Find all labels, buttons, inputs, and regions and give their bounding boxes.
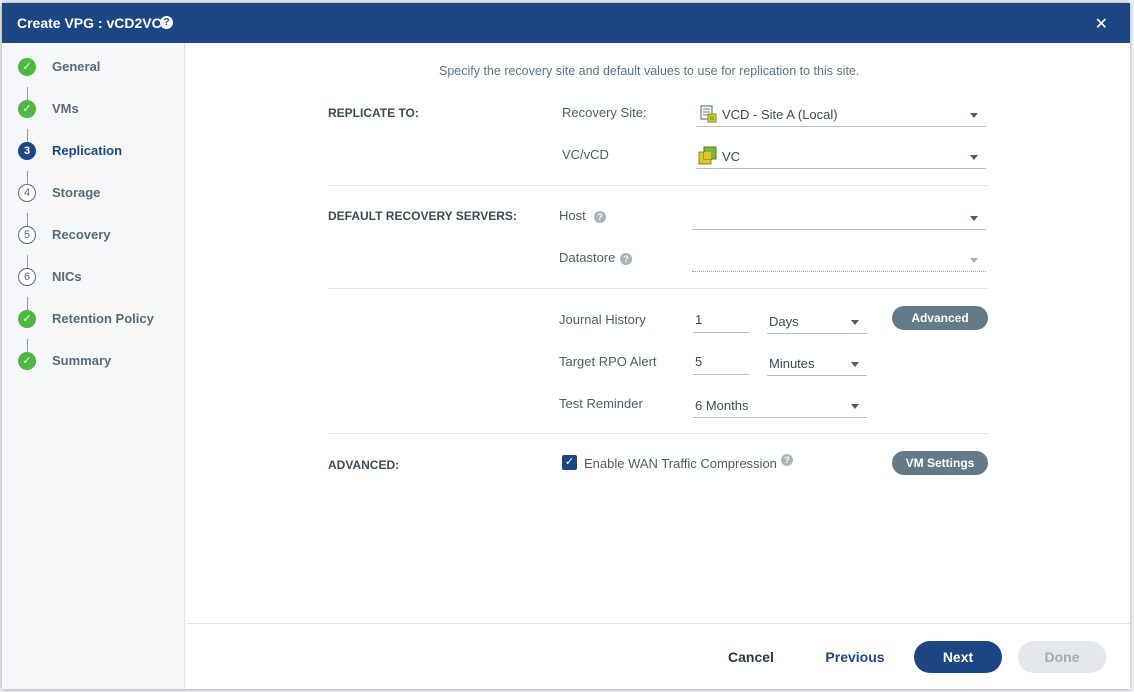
replication-form: Specify the recovery site and default va… — [186, 43, 1130, 623]
step-label: NICs — [52, 269, 82, 284]
target-rpo-alert-label: Target RPO Alert — [559, 354, 657, 369]
step-label: Recovery — [52, 227, 111, 242]
step-number: 5 — [18, 226, 36, 244]
step-number: 6 — [18, 268, 36, 286]
recovery-site-label: Recovery Site: — [562, 105, 647, 120]
recovery-site-select[interactable]: VCD - Site A (Local) — [696, 103, 986, 127]
test-reminder-select[interactable]: 6 Months — [693, 394, 867, 418]
vc-vcd-value: VC — [722, 149, 741, 164]
step-label: Summary — [52, 353, 112, 368]
test-reminder-value: 6 Months — [695, 398, 749, 413]
step-label: Retention Policy — [52, 311, 154, 326]
help-icon[interactable]: ? — [781, 454, 793, 466]
intro-text: Specify the recovery site and default va… — [439, 64, 860, 78]
create-vpg-dialog: Create VPG : vCD2VC ? ✕ ✓ General ✓ VMs … — [2, 3, 1130, 689]
journal-history-value: 1 — [695, 312, 703, 327]
default-recovery-servers-heading: DEFAULT RECOVERY SERVERS: — [328, 209, 517, 223]
step-number: 4 — [18, 184, 36, 202]
journal-history-label: Journal History — [559, 312, 646, 327]
chevron-down-icon — [970, 258, 978, 263]
target-rpo-unit-value: Minutes — [769, 356, 815, 371]
target-rpo-unit-select[interactable]: Minutes — [767, 352, 867, 376]
divider — [328, 433, 988, 434]
vc-vcd-select[interactable]: VC — [696, 145, 986, 169]
check-icon: ✓ — [18, 310, 36, 328]
datastore-select[interactable] — [692, 248, 986, 272]
vm-settings-button[interactable]: VM Settings — [892, 451, 988, 475]
wizard-steps-sidebar: ✓ General ✓ VMs 3 Replication 4 Storage … — [2, 43, 185, 689]
question-circle-icon[interactable]: ? — [160, 16, 173, 29]
journal-history-unit-value: Days — [769, 314, 799, 329]
help-icon[interactable]: ? — [594, 211, 606, 223]
recovery-site-value: VCD - Site A (Local) — [722, 107, 838, 122]
divider — [328, 185, 988, 186]
help-icon[interactable]: ? — [620, 253, 632, 265]
replicate-to-heading: REPLICATE TO: — [328, 106, 419, 120]
done-button: Done — [1018, 641, 1106, 673]
dialog-footer: Cancel Previous Next Done — [186, 623, 1130, 689]
target-rpo-value: 5 — [695, 354, 703, 369]
journal-history-unit-select[interactable]: Days — [767, 310, 867, 334]
chevron-down-icon — [851, 404, 859, 409]
step-label: General — [52, 59, 101, 74]
step-number: 3 — [18, 142, 36, 160]
step-label: VMs — [52, 101, 79, 116]
check-icon: ✓ — [18, 100, 36, 118]
chevron-down-icon — [851, 320, 859, 325]
target-rpo-input[interactable]: 5 — [693, 351, 749, 375]
check-icon: ✓ — [18, 352, 36, 370]
vc-vcd-label: VC/vCD — [562, 147, 609, 162]
advanced-heading: ADVANCED: — [328, 458, 400, 472]
next-button[interactable]: Next — [914, 641, 1002, 673]
advanced-button[interactable]: Advanced — [892, 306, 988, 330]
step-label: Replication — [52, 143, 123, 158]
step-label: Storage — [52, 185, 101, 200]
chevron-down-icon — [970, 113, 978, 118]
dialog-title: Create VPG : vCD2VC — [17, 15, 162, 31]
host-select[interactable] — [692, 206, 986, 230]
vcenter-icon — [698, 146, 717, 165]
vcd-site-icon — [700, 105, 717, 123]
host-label: Host — [559, 208, 586, 223]
journal-history-input[interactable]: 1 — [693, 309, 749, 333]
check-icon: ✓ — [18, 58, 36, 76]
divider — [328, 288, 988, 289]
site-select-gap — [856, 127, 860, 128]
chevron-down-icon — [970, 155, 978, 160]
close-icon[interactable]: ✕ — [1095, 14, 1108, 34]
dialog-title-bar: Create VPG : vCD2VC ? ✕ — [2, 3, 1130, 43]
wan-compression-checkbox[interactable]: ✓ — [562, 455, 577, 470]
chevron-down-icon — [970, 216, 978, 221]
previous-button[interactable]: Previous — [813, 641, 897, 673]
datastore-label: Datastore — [559, 250, 616, 265]
test-reminder-label: Test Reminder — [559, 396, 643, 411]
cancel-button[interactable]: Cancel — [711, 641, 791, 673]
chevron-down-icon — [851, 362, 859, 367]
wan-compression-label: Enable WAN Traffic Compression — [584, 456, 777, 471]
